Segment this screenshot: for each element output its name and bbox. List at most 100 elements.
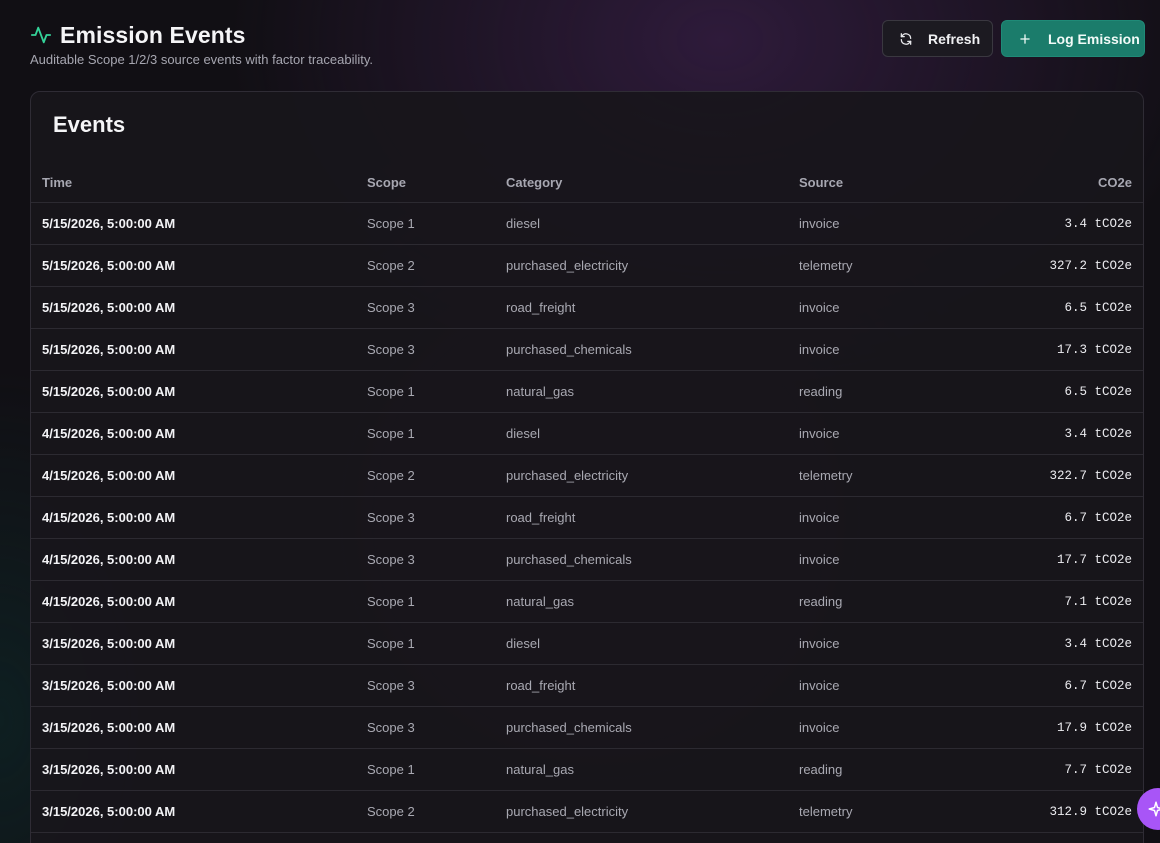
log-emission-button[interactable]: Log Emission [1001, 20, 1145, 57]
cell-co2e: 6.7 tCO2e [999, 664, 1143, 707]
cell-scope: Scope 1 [367, 748, 506, 791]
cell-time: 3/15/2026, 5:00:00 AM [31, 622, 367, 665]
table-row[interactable]: 3/15/2026, 5:00:00 AM Scope 2 purchased_… [31, 790, 1143, 833]
cell-co2e: 3.4 tCO2e [999, 412, 1143, 455]
table-row[interactable]: 3/15/2026, 5:00:00 AM Scope 3 purchased_… [31, 706, 1143, 749]
cell-category: natural_gas [506, 370, 799, 413]
cell-time: 4/15/2026, 5:00:00 AM [31, 580, 367, 623]
cell-source: telemetry [799, 244, 999, 287]
table-row[interactable]: 4/15/2026, 5:00:00 AM Scope 2 purchased_… [31, 454, 1143, 497]
cell-co2e: 6.5 tCO2e [999, 286, 1143, 329]
cell-scope: Scope 2 [367, 790, 506, 833]
events-card: Events Time Scope Category Source CO2e 5… [30, 91, 1144, 843]
log-emission-button-label: Log Emission [1048, 30, 1140, 47]
cell-scope: Scope 1 [367, 580, 506, 623]
cell-category: purchased_electricity [506, 790, 799, 833]
cell-co2e: 17.7 tCO2e [999, 538, 1143, 581]
table-row[interactable]: 4/15/2026, 5:00:00 AM Scope 3 purchased_… [31, 538, 1143, 581]
cell-category: road_freight [506, 286, 799, 329]
cell-time: 3/15/2026, 5:00:00 AM [31, 790, 367, 833]
cell-scope: Scope 3 [367, 538, 506, 581]
cell-category: natural_gas [506, 580, 799, 623]
cell-category: natural_gas [506, 748, 799, 791]
cell-category: diesel [506, 202, 799, 245]
cell-co2e: 322.7 tCO2e [999, 454, 1143, 497]
column-header-co2e[interactable]: CO2e [999, 162, 1143, 203]
cell-category: road_freight [506, 664, 799, 707]
table-row[interactable]: 3/15/2026, 5:00:00 AM Scope 3 road_freig… [31, 664, 1143, 707]
cell-time: 5/15/2026, 5:00:00 AM [31, 370, 367, 413]
cell-category: purchased_chemicals [506, 706, 799, 749]
cell-co2e: 6.5 tCO2e [999, 370, 1143, 413]
cell-co2e: 7.1 tCO2e [999, 580, 1143, 623]
cell-category: road_freight [506, 496, 799, 539]
table-row[interactable]: 3/15/2026, 5:00:00 AM Scope 1 diesel inv… [31, 622, 1143, 665]
cell-scope: Scope 1 [367, 202, 506, 245]
cell-source: reading [799, 580, 999, 623]
table-row[interactable]: 4/15/2026, 5:00:00 AM Scope 3 road_freig… [31, 496, 1143, 539]
table-row[interactable]: 5/15/2026, 5:00:00 AM Scope 1 natural_ga… [31, 370, 1143, 413]
sparkle-icon [1147, 800, 1160, 818]
cell-scope: Scope 3 [367, 328, 506, 371]
column-header-scope[interactable]: Scope [367, 162, 506, 203]
refresh-button[interactable]: Refresh [882, 20, 993, 57]
cell-source: telemetry [799, 454, 999, 497]
column-header-time[interactable]: Time [31, 162, 367, 203]
cell-co2e: 7.7 tCO2e [999, 748, 1143, 791]
cell-category: diesel [506, 412, 799, 455]
page-header: Emission Events Auditable Scope 1/2/3 so… [30, 20, 1145, 76]
cell-source: invoice [799, 622, 999, 665]
cell-co2e: 3.4 tCO2e [999, 202, 1143, 245]
column-header-category[interactable]: Category [506, 162, 799, 203]
cell-source: invoice [799, 664, 999, 707]
table-header-row: Time Scope Category Source CO2e [31, 162, 1143, 203]
cell-co2e: 6.7 tCO2e [999, 496, 1143, 539]
cell-scope: Scope 3 [367, 706, 506, 749]
cell-time: 3/15/2026, 5:00:00 AM [31, 748, 367, 791]
events-table: Time Scope Category Source CO2e 5/15/202… [31, 162, 1143, 833]
cell-category: diesel [506, 622, 799, 665]
cell-co2e: 3.4 tCO2e [999, 622, 1143, 665]
card-title: Events [53, 112, 126, 137]
cell-scope: Scope 2 [367, 244, 506, 287]
cell-source: invoice [799, 286, 999, 329]
cell-source: reading [799, 748, 999, 791]
cell-scope: Scope 2 [367, 454, 506, 497]
table-row[interactable]: 5/15/2026, 5:00:00 AM Scope 3 purchased_… [31, 328, 1143, 371]
cell-co2e: 17.3 tCO2e [999, 328, 1143, 371]
cell-source: telemetry [799, 790, 999, 833]
cell-source: invoice [799, 706, 999, 749]
table-row[interactable]: 5/15/2026, 5:00:00 AM Scope 3 road_freig… [31, 286, 1143, 329]
header-actions: Refresh Log Emission [882, 20, 1145, 57]
cell-source: invoice [799, 412, 999, 455]
cell-scope: Scope 3 [367, 664, 506, 707]
cell-scope: Scope 1 [367, 412, 506, 455]
column-header-source[interactable]: Source [799, 162, 999, 203]
table-row[interactable]: 3/15/2026, 5:00:00 AM Scope 1 natural_ga… [31, 748, 1143, 791]
table-row[interactable]: 4/15/2026, 5:00:00 AM Scope 1 natural_ga… [31, 580, 1143, 623]
cell-source: invoice [799, 538, 999, 581]
table-row[interactable]: 5/15/2026, 5:00:00 AM Scope 1 diesel inv… [31, 202, 1143, 245]
cell-category: purchased_chemicals [506, 328, 799, 371]
cell-co2e: 17.9 tCO2e [999, 706, 1143, 749]
refresh-icon [899, 32, 913, 46]
cell-scope: Scope 1 [367, 370, 506, 413]
table-row[interactable]: 5/15/2026, 5:00:00 AM Scope 2 purchased_… [31, 244, 1143, 287]
cell-time: 5/15/2026, 5:00:00 AM [31, 286, 367, 329]
cell-category: purchased_electricity [506, 454, 799, 497]
cell-source: invoice [799, 496, 999, 539]
cell-scope: Scope 1 [367, 622, 506, 665]
page-title: Emission Events [60, 21, 246, 48]
refresh-button-label: Refresh [928, 30, 981, 47]
cell-category: purchased_chemicals [506, 538, 799, 581]
cell-co2e: 312.9 tCO2e [999, 790, 1143, 833]
cell-time: 4/15/2026, 5:00:00 AM [31, 454, 367, 497]
cell-category: purchased_electricity [506, 244, 799, 287]
table-row[interactable]: 4/15/2026, 5:00:00 AM Scope 1 diesel inv… [31, 412, 1143, 455]
cell-time: 4/15/2026, 5:00:00 AM [31, 538, 367, 581]
cell-time: 5/15/2026, 5:00:00 AM [31, 202, 367, 245]
cell-time: 4/15/2026, 5:00:00 AM [31, 412, 367, 455]
activity-icon [30, 24, 52, 46]
cell-source: invoice [799, 202, 999, 245]
plus-icon [1018, 32, 1032, 46]
